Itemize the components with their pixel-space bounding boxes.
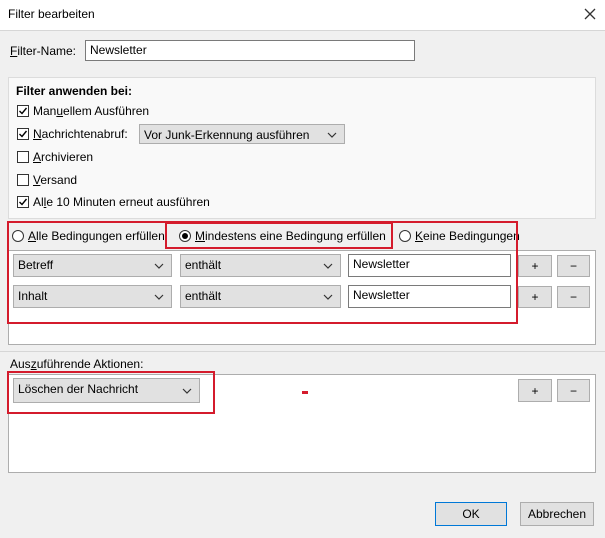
rule-field-value: Inhalt	[18, 289, 48, 303]
fetch-checkbox[interactable]	[17, 128, 29, 140]
chevron-down-icon	[323, 263, 333, 269]
chevron-down-icon	[154, 294, 164, 300]
junk-timing-select[interactable]: Vor Junk-Erkennung ausführen	[139, 124, 345, 144]
chevron-down-icon	[323, 294, 333, 300]
add-action-button[interactable]: +	[518, 379, 552, 402]
checkmark-icon	[19, 198, 28, 206]
actions-label: Auszuführende Aktionen:	[10, 357, 144, 371]
action-select[interactable]: Löschen der Nachricht	[13, 378, 200, 403]
checkmark-icon	[19, 107, 28, 115]
rule-operator-select[interactable]: enthält	[180, 285, 341, 308]
rule-field-select[interactable]: Inhalt	[13, 285, 172, 308]
remove-rule-button[interactable]: −	[557, 286, 590, 308]
rule-field-select[interactable]: Betreff	[13, 254, 172, 277]
archive-checkbox[interactable]	[17, 151, 29, 163]
rule-operator-value: enthält	[185, 258, 222, 272]
rule-operator-select[interactable]: enthält	[180, 254, 341, 277]
remove-rule-button[interactable]: −	[557, 255, 590, 277]
add-rule-button[interactable]: +	[518, 286, 552, 308]
periodic-checkbox[interactable]	[17, 196, 29, 208]
cancel-button[interactable]: Abbrechen	[520, 502, 594, 526]
checkmark-icon	[19, 130, 28, 138]
section-divider	[0, 351, 605, 352]
add-rule-button[interactable]: +	[518, 255, 552, 277]
send-checkbox[interactable]	[17, 174, 29, 186]
apply-heading: Filter anwenden bei:	[16, 84, 133, 98]
archive-label[interactable]: Archivieren	[33, 150, 93, 164]
rule-operator-value: enthält	[185, 289, 222, 303]
action-value: Löschen der Nachricht	[18, 382, 139, 396]
fetch-label[interactable]: Nachrichtenabruf:	[33, 127, 128, 141]
ok-button[interactable]: OK	[435, 502, 507, 526]
remove-action-button[interactable]: −	[557, 379, 590, 402]
chevron-down-icon	[327, 132, 337, 138]
red-marker	[302, 391, 308, 394]
filter-name-label: Filter-Name:	[10, 44, 77, 58]
rule-field-value: Betreff	[18, 258, 54, 272]
filter-name-input[interactable]: Newsletter	[85, 40, 415, 61]
rule-value-input[interactable]: Newsletter	[348, 254, 511, 277]
chevron-down-icon	[182, 388, 192, 394]
junk-timing-value: Vor Junk-Erkennung ausführen	[144, 128, 310, 142]
window-title: Filter bearbeiten	[8, 7, 95, 21]
periodic-label[interactable]: Alle 10 Minuten erneut ausführen	[33, 195, 210, 209]
chevron-down-icon	[154, 263, 164, 269]
manual-run-label[interactable]: Manuellem Ausführen	[33, 104, 149, 118]
send-label[interactable]: Versand	[33, 173, 77, 187]
rule-value-input[interactable]: Newsletter	[348, 285, 511, 308]
manual-run-checkbox[interactable]	[17, 105, 29, 117]
close-icon[interactable]	[580, 4, 600, 24]
